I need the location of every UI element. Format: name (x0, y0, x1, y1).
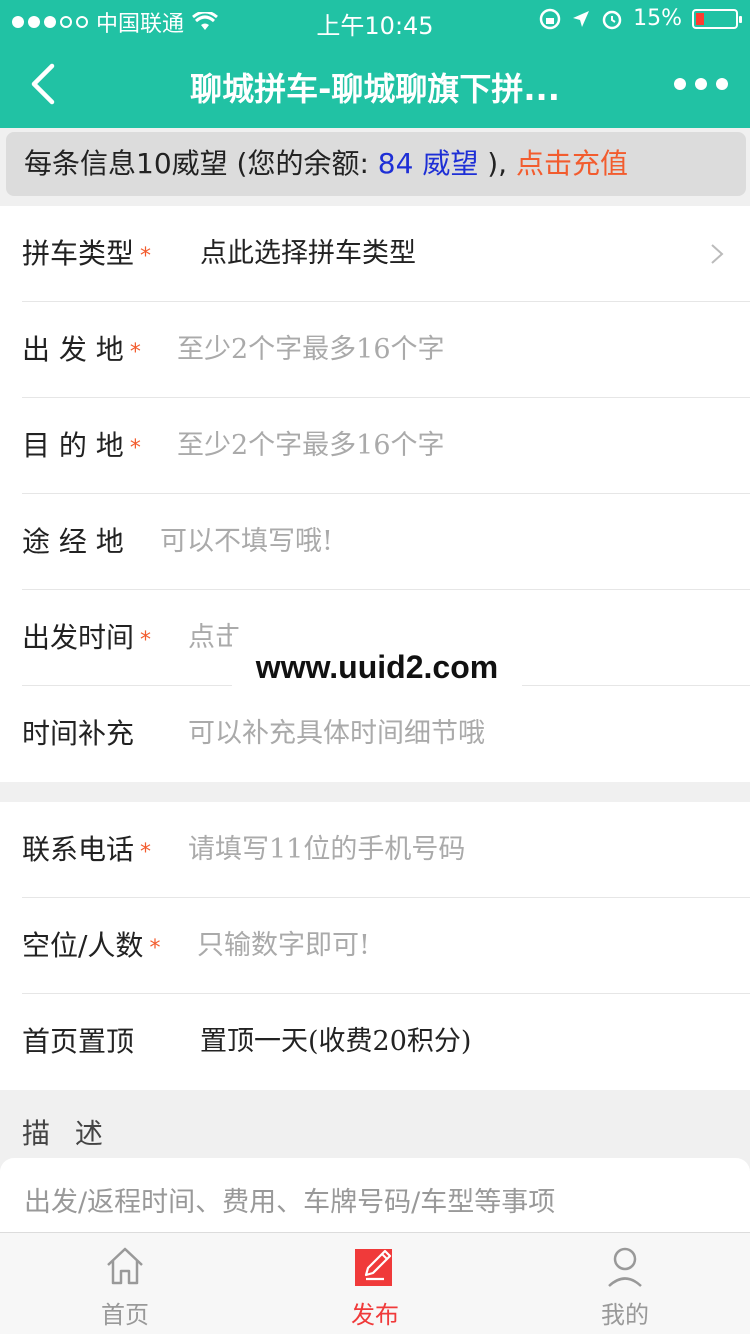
origin-input[interactable]: 至少2个字最多16个字 (177, 302, 445, 398)
phone-row: 联系电话 * 请填写11位的手机号码 (22, 802, 750, 898)
pin-top-select[interactable]: 置顶一天(收费20积分) (200, 994, 471, 1090)
description-label: 描 述 (22, 1117, 111, 1150)
tab-mine[interactable]: 我的 (500, 1233, 750, 1334)
back-chevron-icon[interactable] (26, 62, 66, 106)
edit-icon (355, 1249, 392, 1286)
carpool-type-label: 拼车类型 * (22, 237, 152, 270)
page-title: 聊城拼车-聊城聊旗下拼... (190, 70, 560, 108)
notice-prefix: 每条信息10威望 (您的余额: (24, 147, 369, 180)
tab-publish[interactable]: 发布 (250, 1233, 500, 1334)
time-note-label: 时间补充 (22, 717, 135, 750)
seats-input[interactable]: 只输数字即可! (197, 898, 370, 994)
credit-notice: 每条信息10威望 (您的余额: 84 威望 ), 点击充值 (6, 132, 746, 196)
origin-row: 出 发 地 * 至少2个字最多16个字 (22, 302, 750, 398)
tab-home-label: 首页 (101, 1301, 149, 1329)
pin-top-row[interactable]: 首页置顶 置顶一天(收费20积分) (22, 994, 750, 1090)
battery-icon (692, 8, 742, 29)
tab-mine-label: 我的 (601, 1301, 649, 1329)
user-icon (608, 1247, 642, 1287)
more-dots-icon[interactable] (674, 78, 728, 90)
depart-time-label: 出发时间 * (22, 621, 152, 654)
via-input[interactable]: 可以不填写哦! (160, 494, 333, 590)
destination-row: 目 的 地 * 至少2个字最多16个字 (22, 398, 750, 494)
orientation-lock-icon (539, 8, 561, 29)
via-row: 途 经 地 可以不填写哦! (22, 494, 750, 590)
recharge-link[interactable]: 点击充值 (516, 147, 628, 180)
battery-percent: 15% (633, 6, 682, 31)
tab-publish-label: 发布 (351, 1301, 399, 1329)
tab-bar: 首页 发布 我的 (0, 1232, 750, 1334)
balance-value: 84 威望 (377, 147, 479, 180)
watermark: www.uuid2.com (232, 632, 522, 702)
tab-home[interactable]: 首页 (0, 1233, 250, 1334)
pin-top-label: 首页置顶 (22, 1025, 135, 1058)
destination-label: 目 的 地 * (22, 429, 141, 462)
seats-row: 空位/人数 * 只输数字即可! (22, 898, 750, 994)
destination-input[interactable]: 至少2个字最多16个字 (177, 398, 445, 494)
via-label: 途 经 地 (22, 525, 124, 558)
nav-bar: 聊城拼车-聊城聊旗下拼... (0, 40, 750, 128)
location-arrow-icon (573, 10, 590, 27)
notice-suffix: ), (487, 147, 508, 180)
carpool-type-row[interactable]: 拼车类型 * 点此选择拼车类型 (22, 206, 750, 302)
contact-section: 联系电话 * 请填写11位的手机号码 空位/人数 * 只输数字即可! 首页置顶 置顶… (0, 802, 750, 1090)
alarm-icon (602, 10, 622, 29)
status-bar: 中国联通 上午10:45 15% (0, 0, 750, 40)
chevron-right-icon (711, 244, 724, 264)
phone-input[interactable]: 请填写11位的手机号码 (188, 802, 465, 898)
home-icon (107, 1247, 143, 1285)
seats-label: 空位/人数 * (22, 929, 161, 962)
phone-label: 联系电话 * (22, 833, 152, 866)
carpool-type-select[interactable]: 点此选择拼车类型 (200, 206, 416, 302)
origin-label: 出 发 地 * (22, 333, 141, 366)
